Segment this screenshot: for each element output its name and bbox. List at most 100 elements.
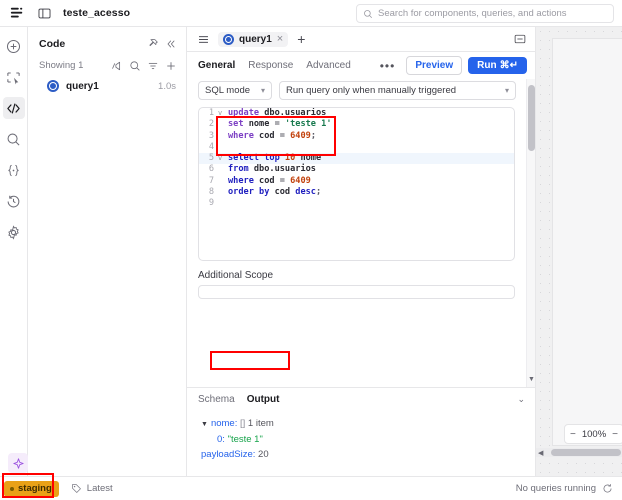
code-line[interactable]: 5 v select top 10 nome [199, 153, 514, 165]
status-bar: staging Latest No queries running [0, 476, 622, 500]
showing-count: Showing 1 [39, 60, 84, 71]
fold-toggle-icon[interactable]: v [218, 153, 226, 164]
code-line[interactable]: 1 v update dbo.usuarios [199, 108, 514, 119]
additional-scope-input[interactable] [198, 285, 515, 299]
line-number: 6 [208, 164, 214, 175]
line-number: 3 [208, 130, 214, 141]
code-text: set nome = 'teste 1' [228, 119, 332, 130]
ai-sparkle-icon[interactable] [8, 453, 28, 473]
sql-mode-value: SQL mode [205, 85, 251, 96]
top-bar: teste_acesso Search for components, quer… [0, 0, 622, 27]
plus-icon[interactable] [163, 58, 178, 73]
editor-vertical-scrollbar[interactable]: ▼ [526, 79, 535, 387]
sql-mode-select[interactable]: SQL mode ▾ [198, 81, 272, 100]
hamburger-icon[interactable] [195, 31, 211, 47]
collapse-panel-icon[interactable] [512, 32, 527, 47]
history-clock-icon[interactable] [3, 190, 25, 212]
code-line[interactable]: 7 where cod = 6409 [199, 176, 514, 187]
line-number: 8 [208, 187, 214, 198]
panel-toggle-icon[interactable] [34, 3, 54, 23]
more-options-button[interactable]: ••• [374, 60, 402, 72]
list-item[interactable]: query1 1.0s [28, 77, 186, 95]
additional-scope-section: Additional Scope [187, 261, 526, 299]
query-status: No queries running [516, 483, 613, 494]
run-label: Run [477, 60, 497, 71]
scrollbar-thumb[interactable] [528, 85, 535, 151]
branch-indicator[interactable]: Latest [71, 483, 113, 494]
chevron-down-icon: ▾ [504, 86, 509, 95]
plus-circle-icon[interactable] [3, 35, 25, 57]
component-tree-icon[interactable] [3, 66, 25, 88]
pin-icon[interactable] [145, 36, 160, 51]
layers-icon[interactable] [8, 4, 26, 22]
json-key: payloadSize: [201, 449, 256, 460]
json-key: nome: [210, 418, 238, 429]
tab-output[interactable]: Output [247, 394, 280, 405]
environment-label: staging [18, 483, 52, 494]
chevrons-left-icon[interactable] [163, 36, 178, 51]
tab-advanced[interactable]: Advanced [306, 60, 350, 71]
code-brackets-icon[interactable] [2, 97, 25, 119]
search-input[interactable]: Search for components, queries, and acti… [356, 4, 614, 23]
chevrons-down-icon[interactable]: ⌄ [517, 394, 525, 405]
editor-panel: query1 × + General Response Advanced •••… [187, 27, 536, 476]
queries-running-label: No queries running [515, 483, 596, 494]
json-payload-row: payloadSize: 20 [201, 447, 525, 462]
canvas-page [552, 38, 622, 446]
scrollbar-thumb[interactable] [551, 449, 621, 456]
refresh-icon[interactable] [602, 483, 613, 494]
trigger-mode-select[interactable]: Run query only when manually triggered ▾ [279, 81, 516, 100]
code-text: order by cod desc; [228, 187, 322, 198]
body-row: Code Showing 1 query1 1.0s query1 × + Ge… [0, 27, 622, 476]
code-line[interactable]: 8 order by cod desc; [199, 187, 514, 198]
editor-content: SQL mode ▾ Run query only when manually … [187, 79, 526, 387]
tab-schema[interactable]: Schema [198, 394, 235, 405]
preview-button[interactable]: Preview [406, 56, 463, 75]
status-dot-icon [10, 486, 14, 491]
triangle-down-icon[interactable]: ▼ [201, 421, 208, 428]
tab-general[interactable]: General [198, 60, 235, 71]
json-type: [] [239, 418, 246, 429]
code-panel-header: Code [28, 27, 186, 56]
code-line[interactable]: 3 where cod = 6409; [199, 131, 514, 142]
filter-off-icon[interactable] [109, 58, 124, 73]
tab-query1[interactable]: query1 × [218, 31, 289, 47]
state-braces-icon[interactable] [3, 159, 25, 181]
gear-icon[interactable] [3, 221, 25, 243]
run-shortcut: ⌘↵ [499, 60, 518, 71]
tab-response[interactable]: Response [248, 60, 293, 71]
code-line[interactable]: 9 [199, 198, 514, 209]
code-text: where cod = 6409; [228, 130, 316, 141]
search-icon[interactable] [3, 128, 25, 150]
search-icon[interactable] [127, 58, 142, 73]
line-number: 7 [208, 175, 214, 186]
app-canvas[interactable]: − 100% − ◀ [536, 27, 622, 476]
sql-code-editor[interactable]: 1 v update dbo.usuarios 2 set nome = 'teste … [198, 107, 515, 261]
canvas-horizontal-scrollbar[interactable]: ◀ [536, 448, 622, 457]
zoom-in-button[interactable]: − [612, 429, 618, 440]
json-root-row[interactable]: ▼ nome: [] 1 item [201, 416, 525, 432]
output-tab-bar: Schema Output ⌄ [187, 388, 535, 410]
close-icon[interactable]: × [277, 33, 283, 45]
search-placeholder: Search for components, queries, and acti… [378, 8, 567, 19]
fold-toggle-icon[interactable]: v [218, 108, 226, 119]
query-icon [47, 80, 59, 92]
plus-icon[interactable]: + [297, 32, 305, 46]
run-button[interactable]: Run ⌘↵ [468, 57, 527, 74]
status-badge[interactable]: staging [4, 480, 59, 497]
code-panel-subheader: Showing 1 [28, 56, 186, 77]
json-value: 20 [258, 449, 269, 460]
sort-icon[interactable] [145, 58, 160, 73]
line-number: 5 [208, 153, 214, 164]
left-rail [0, 27, 28, 476]
zoom-control[interactable]: − 100% − [564, 424, 622, 444]
code-line[interactable]: 4 [199, 142, 514, 153]
json-array-item: 0: "teste 1" [201, 432, 525, 447]
scroll-down-icon[interactable]: ▼ [528, 376, 535, 383]
query-icon [223, 33, 234, 45]
zoom-out-button[interactable]: − [570, 429, 576, 440]
scroll-left-icon[interactable]: ◀ [536, 449, 543, 457]
code-line[interactable]: 2 set nome = 'teste 1' [199, 119, 514, 130]
code-line[interactable]: 6 from dbo.usuarios [199, 164, 514, 175]
list-item-label: query1 [66, 80, 99, 92]
